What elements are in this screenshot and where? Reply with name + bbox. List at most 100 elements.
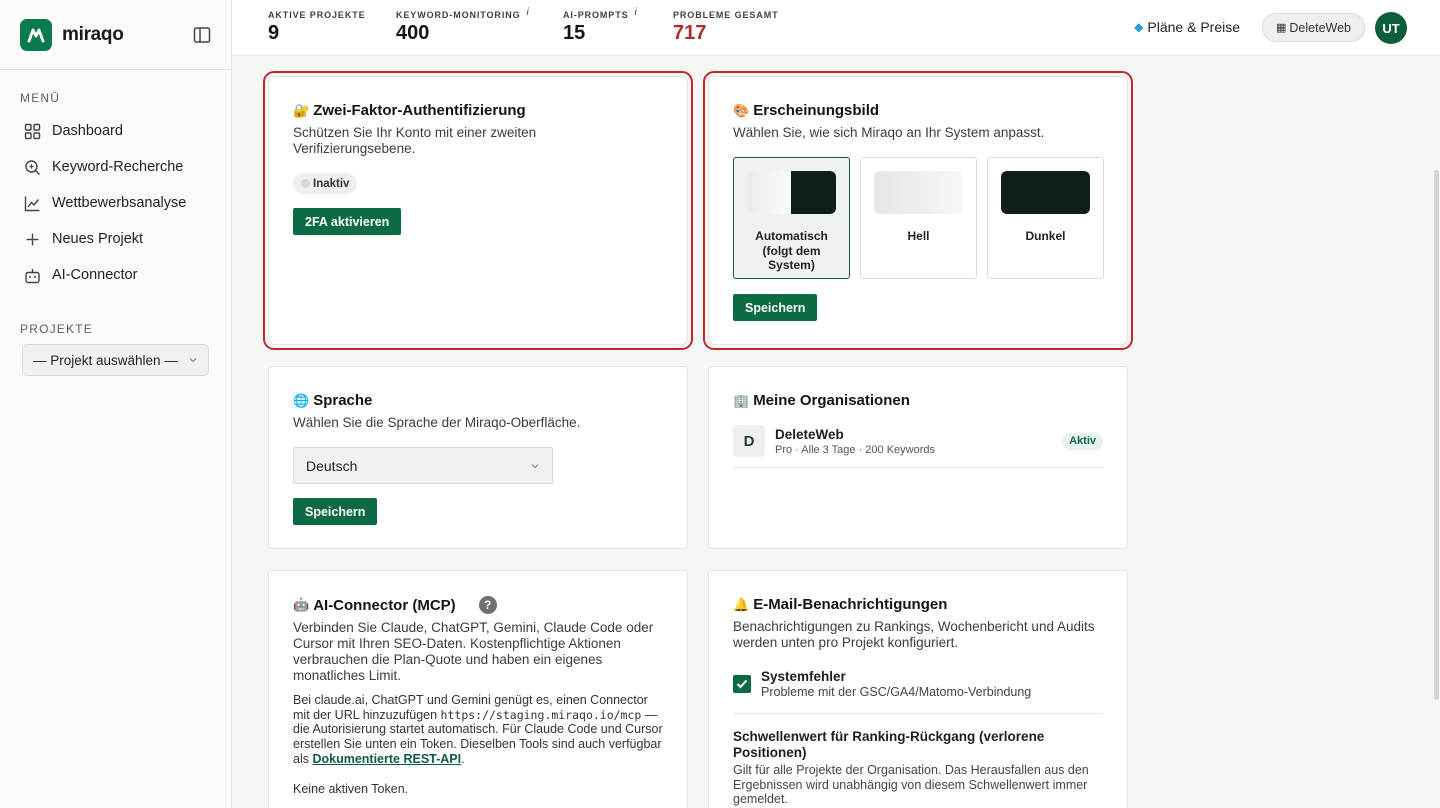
language-select-value: Deutsch [306, 457, 358, 474]
logo-icon[interactable] [20, 18, 52, 51]
sidebar-item-dashboard[interactable]: Dashboard [12, 113, 219, 149]
chart-line-icon [24, 196, 40, 211]
sidebar-item-new-project[interactable]: Neues Projekt [12, 221, 219, 257]
stat-label: PROBLEME GESAMT [673, 10, 779, 20]
save-language-button[interactable]: Speichern [293, 498, 378, 525]
language-title: Sprache [313, 392, 373, 409]
twofa-title: Zwei-Faktor-Authentifizierung [313, 102, 526, 119]
building-icon: ▦ [1275, 22, 1287, 34]
email-notifications-card: 🔔 E-Mail-Benachrichtigungen Benachrichti… [708, 570, 1128, 808]
sidebar-nav: Dashboard Keyword-Recherche Wettbewerbsa… [12, 113, 219, 293]
ai-connector-title: AI-Connector (MCP) [313, 596, 456, 614]
robot-icon: 🤖 [293, 597, 310, 612]
chevron-down-icon [189, 358, 197, 363]
stat-label: KEYWORD-MONITORING [396, 10, 521, 20]
email-desc: Benachrichtigungen zu Rankings, Wochenbe… [733, 619, 1095, 650]
stat-label: AI-PROMPTS [563, 10, 629, 20]
theme-option-label: Hell [907, 229, 930, 243]
avatar[interactable]: UT [1375, 12, 1407, 44]
system-error-row: Systemfehler Probleme mit der GSC/GA4/Ma… [733, 669, 1103, 714]
org-switcher-button[interactable]: ▦ DeleteWeb [1262, 13, 1365, 42]
info-icon[interactable]: i [635, 7, 638, 20]
sidebar-toggle-icon[interactable] [193, 26, 211, 44]
organizations-title: Meine Organisationen [753, 392, 910, 409]
sidebar-item-label: Keyword-Recherche [52, 159, 184, 175]
stat-value: 9 [268, 22, 280, 44]
stat-total-problems: PROBLEME GESAMT 717 [673, 10, 779, 45]
language-select[interactable]: Deutsch [293, 447, 553, 484]
sidebar-item-label: Dashboard [52, 123, 123, 139]
enable-2fa-button[interactable]: 2FA aktivieren [293, 208, 402, 235]
appearance-desc: Wählen Sie, wie sich Miraqo an Ihr Syste… [733, 125, 1045, 140]
check-icon [736, 679, 748, 689]
status-badge: Inaktiv [293, 173, 358, 194]
threshold-title: Schwellenwert für Ranking-Rückgang (verl… [733, 729, 1045, 760]
scrollbar-thumb[interactable] [1434, 170, 1439, 700]
theme-option-label: Automatisch (folgt dem System) [755, 229, 828, 272]
email-title: E-Mail-Benachrichtigungen [753, 596, 948, 613]
system-error-title: Systemfehler [761, 669, 846, 684]
status-badge-label: Inaktiv [313, 177, 350, 190]
lock-icon: 🔐 [293, 102, 310, 118]
sidebar-item-keyword-research[interactable]: Keyword-Recherche [12, 149, 219, 185]
project-select-value: — Projekt auswählen — [33, 352, 178, 368]
status-dot-icon [301, 179, 310, 188]
grid-icon [24, 123, 41, 139]
help-icon[interactable]: ? [478, 596, 497, 614]
stat-active-projects: AKTIVE PROJEKTE 9 [268, 10, 366, 45]
brand: miraqo [0, 0, 231, 70]
menu-label: MENÜ [20, 91, 61, 105]
projects-label: PROJEKTE [20, 322, 93, 336]
sidebar-item-ai-connector[interactable]: AI-Connector [12, 257, 219, 293]
organizations-card: 🏢 Meine Organisationen D DeleteWeb Pro ·… [708, 366, 1128, 549]
theme-option-label: Dunkel [1025, 229, 1066, 243]
ai-connector-card: 🤖 AI-Connector (MCP) ? Verbinden Sie Cla… [268, 570, 688, 808]
chevron-down-icon [531, 463, 539, 468]
building-icon: 🏢 [733, 392, 750, 408]
plus-icon [26, 233, 39, 245]
rest-api-link[interactable]: Dokumentierte REST-API [312, 752, 461, 766]
no-tokens-text: Keine aktiven Token. [293, 781, 409, 796]
sidebar-item-label: Wettbewerbsanalyse [52, 195, 187, 211]
theme-option-light[interactable]: Hell [860, 157, 977, 279]
appearance-card: 🎨 Erscheinungsbild Wählen Sie, wie sich … [703, 71, 1133, 350]
theme-option-auto[interactable]: Automatisch (folgt dem System) [733, 157, 850, 279]
stat-ai-prompts: AI-PROMPTS i 15 [563, 7, 638, 45]
save-appearance-button[interactable]: Speichern [733, 294, 818, 321]
threshold-desc: Gilt für alle Projekte der Organisation.… [733, 763, 1089, 807]
org-switcher-label: DeleteWeb [1289, 20, 1351, 35]
bell-icon: 🔔 [733, 596, 750, 612]
sidebar-item-label: AI-Connector [52, 267, 138, 283]
info-icon[interactable]: i [527, 7, 530, 20]
list-item[interactable]: D DeleteWeb Pro · Alle 3 Tage · 200 Keyw… [733, 425, 1103, 468]
plans-link[interactable]: ◆ Pläne & Preise [1134, 19, 1240, 35]
language-card: 🌐 Sprache Wählen Sie die Sprache der Mir… [268, 366, 688, 549]
plans-label: Pläne & Preise [1147, 19, 1240, 35]
theme-preview-light [874, 171, 963, 214]
gem-icon: ◆ [1134, 20, 1144, 34]
stat-keyword-monitoring: KEYWORD-MONITORING i 400 [396, 7, 530, 45]
sidebar-item-competitor-analysis[interactable]: Wettbewerbsanalyse [12, 185, 219, 221]
org-meta: Pro · Alle 3 Tage · 200 Keywords [775, 443, 935, 456]
ai-connector-instructions: Bei claude.ai, ChatGPT und Gemini genügt… [293, 693, 663, 766]
stat-label: AKTIVE PROJEKTE [268, 10, 366, 20]
appearance-title: Erscheinungsbild [753, 102, 880, 119]
system-error-desc: Probleme mit der GSC/GA4/Matomo-Verbindu… [761, 685, 1032, 699]
twofa-card: 🔐 Zwei-Faktor-Authentifizierung Schützen… [263, 71, 693, 350]
sidebar: miraqo MENÜ Dashboard Keyword-Recherche … [0, 0, 232, 808]
twofa-desc: Schützen Sie Ihr Konto mit einer zweiten… [293, 125, 537, 156]
org-initial: D [733, 425, 765, 457]
system-error-checkbox[interactable] [733, 675, 751, 693]
theme-preview-dark [1001, 171, 1090, 214]
robot-icon [25, 268, 40, 283]
sidebar-item-label: Neues Projekt [52, 231, 144, 247]
project-select[interactable]: — Projekt auswählen — [22, 344, 209, 376]
palette-icon: 🎨 [733, 102, 750, 118]
stat-value: 717 [673, 22, 707, 44]
mcp-url: https://staging.miraqo.io/mcp [440, 707, 642, 722]
theme-option-dark[interactable]: Dunkel [987, 157, 1104, 279]
globe-icon: 🌐 [293, 392, 310, 408]
ai-connector-desc: Verbinden Sie Claude, ChatGPT, Gemini, C… [293, 620, 654, 683]
theme-preview-auto [747, 171, 836, 214]
topbar: AKTIVE PROJEKTE 9 KEYWORD-MONITORING i 40… [232, 0, 1440, 56]
